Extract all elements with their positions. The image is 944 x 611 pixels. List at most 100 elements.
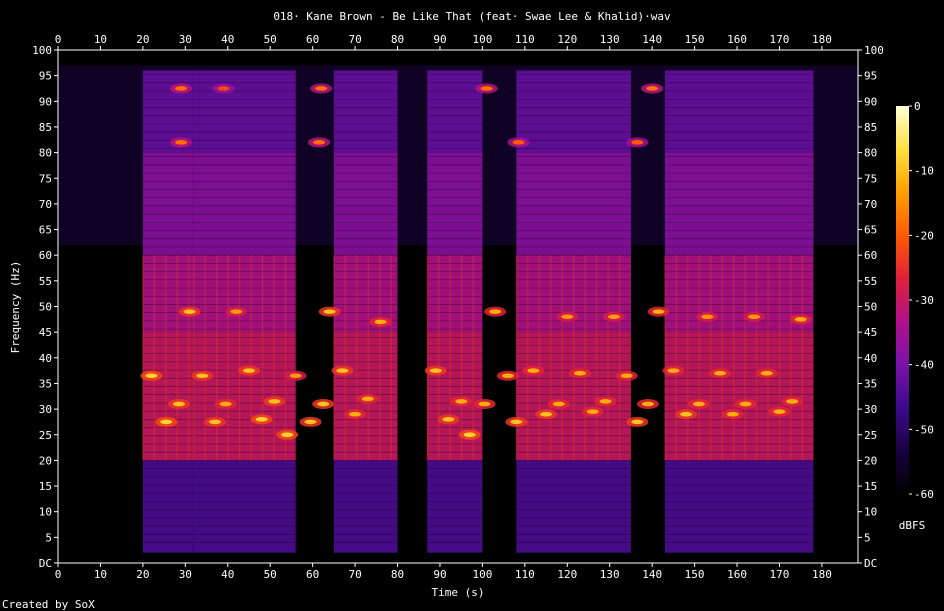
x-tick-label: 40 [221, 568, 234, 581]
x-tick-label-top: 130 [600, 33, 620, 46]
spectrogram-plot [58, 50, 858, 563]
y-tick-label-right: 90 [864, 95, 877, 108]
section-band [142, 460, 194, 553]
note-core [361, 396, 374, 402]
x-tick-label-top: 20 [136, 33, 149, 46]
note-core [726, 411, 739, 417]
note-core [209, 419, 222, 425]
note-core [196, 373, 209, 379]
x-tick-label-top: 90 [433, 33, 446, 46]
note-core [680, 411, 693, 417]
x-tick-label: 100 [472, 568, 492, 581]
note-core [667, 368, 680, 373]
note-core [323, 309, 336, 314]
note-core [145, 373, 158, 379]
section-band [333, 152, 398, 256]
y-tick-label: 15 [39, 480, 52, 493]
note-core [313, 140, 326, 145]
y-tick-label-right: 60 [864, 249, 877, 262]
y-tick-label: 20 [39, 454, 52, 467]
note-core [478, 401, 491, 407]
note-core [510, 419, 523, 425]
note-core [540, 411, 553, 417]
y-tick-label: 95 [39, 70, 52, 83]
note-core [646, 86, 659, 91]
y-tick-label: 60 [39, 249, 52, 262]
section-band [333, 460, 398, 553]
chart-title: 018· Kane Brown - Be Like That (feat· Sw… [273, 10, 671, 23]
note-core [268, 399, 281, 404]
section-block-b [333, 70, 398, 553]
section-band [193, 332, 296, 461]
section-block-e [664, 70, 814, 553]
section-band [664, 460, 814, 553]
note-core [652, 309, 665, 314]
note-core [561, 314, 574, 320]
note-core [455, 399, 468, 404]
y-tick-label: 5 [45, 531, 52, 544]
x-tick-label: 90 [433, 568, 446, 581]
note-core [599, 399, 612, 404]
note-core [760, 370, 773, 376]
x-tick-label-top: 100 [472, 33, 492, 46]
y-tick-label: 75 [39, 172, 52, 185]
note-core [586, 409, 599, 414]
x-tick-label: 150 [685, 568, 705, 581]
note-core [160, 419, 173, 425]
y-tick-label-right: DC [864, 557, 877, 570]
section-band [427, 332, 483, 461]
note-core [289, 373, 302, 379]
x-tick-label-top: 170 [770, 33, 790, 46]
note-core [429, 368, 442, 373]
x-tick-label-top: 10 [94, 33, 107, 46]
x-tick-label-top: 30 [179, 33, 192, 46]
colorbar-label: dBFS [899, 519, 926, 532]
note-core [317, 401, 330, 407]
y-tick-label-right: 35 [864, 377, 877, 390]
y-tick-label-right: 55 [864, 275, 877, 288]
colorbar-tick-label: 0 [914, 100, 921, 113]
note-core [183, 309, 196, 314]
note-core [501, 373, 514, 379]
colorbar-tick-label: -40 [914, 359, 934, 372]
section-band [427, 152, 483, 256]
note-core [217, 86, 230, 91]
note-core [607, 314, 620, 320]
note-core [794, 317, 807, 322]
note-core [442, 417, 455, 422]
note-core [175, 140, 188, 145]
note-core [242, 368, 255, 373]
note-core [281, 432, 294, 438]
x-tick-label-top: 140 [642, 33, 662, 46]
note-core [552, 401, 565, 407]
y-tick-label: 10 [39, 506, 52, 519]
x-tick-label: 120 [557, 568, 577, 581]
note-core [315, 86, 328, 91]
note-core [172, 401, 185, 407]
y-tick-label-right: 15 [864, 480, 877, 493]
x-tick-label: 140 [642, 568, 662, 581]
y-tick-label-right: 25 [864, 429, 877, 442]
section-band [193, 152, 296, 256]
y-tick-label: 55 [39, 275, 52, 288]
y-tick-label-right: 45 [864, 326, 877, 339]
x-tick-label-top: 180 [812, 33, 832, 46]
x-tick-label-top: 120 [557, 33, 577, 46]
y-tick-label-right: 20 [864, 454, 877, 467]
x-tick-label: 110 [515, 568, 535, 581]
note-core [463, 432, 476, 438]
x-tick-label: 10 [94, 568, 107, 581]
y-tick-label-right: 70 [864, 198, 877, 211]
note-core [748, 314, 761, 320]
y-tick-label-right: 100 [864, 44, 884, 57]
y-tick-label: 30 [39, 403, 52, 416]
note-core [527, 368, 540, 373]
note-core [489, 309, 502, 314]
note-core [631, 140, 644, 145]
x-tick-label: 130 [600, 568, 620, 581]
y-tick-label: 50 [39, 301, 52, 314]
x-tick-label: 170 [770, 568, 790, 581]
note-core [786, 399, 799, 404]
x-tick-label: 0 [55, 568, 62, 581]
x-tick-label: 20 [136, 568, 149, 581]
